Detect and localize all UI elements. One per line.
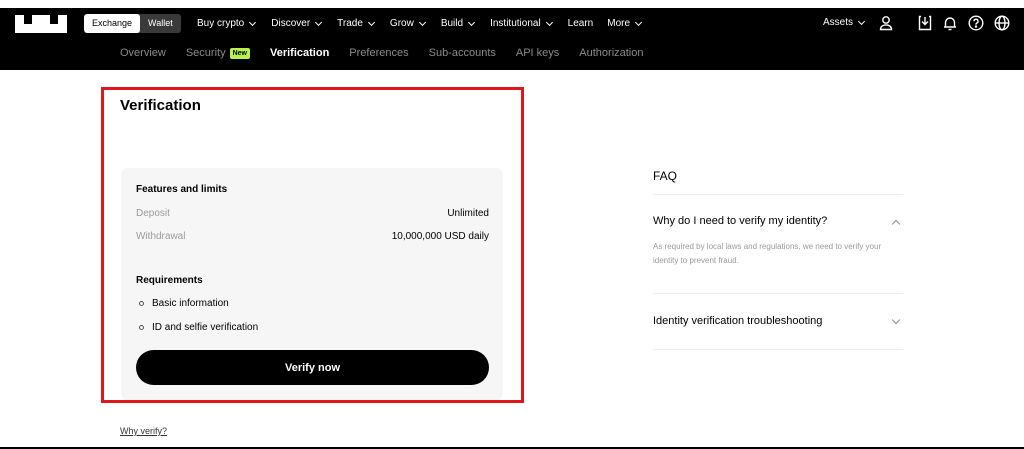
okx-logo[interactable] [15,15,67,33]
chevron-down-icon [857,17,866,25]
faq-question-troubleshooting[interactable]: Identity verification troubleshooting [653,315,822,327]
tab-security[interactable]: Security New [186,47,250,59]
assets-label: Assets [823,17,854,28]
user-icon[interactable] [877,14,895,32]
tab-api-keys[interactable]: API keys [516,47,559,59]
highlight-box [101,87,524,403]
nav-label: Grow [389,18,414,29]
chevron-down-icon [249,18,257,27]
main-nav: Buy crypto Discover Trade Grow Build Ins… [197,17,643,31]
account-subnav: Overview Security New Verification Prefer… [120,47,644,59]
tab-authorization[interactable]: Authorization [579,47,643,59]
nav-trade[interactable]: Trade [337,17,376,31]
top-navigation-bar: Exchange Wallet Buy crypto Discover Trad… [0,0,1024,70]
nav-label: Discover [271,18,311,29]
nav-discover[interactable]: Discover [271,17,323,31]
nav-grow[interactable]: Grow [390,17,427,31]
faq-divider [653,194,903,195]
nav-build[interactable]: Build [441,17,476,31]
nav-label: Learn [567,18,594,29]
chevron-down-icon[interactable] [891,315,901,325]
globe-icon[interactable] [993,14,1011,32]
why-verify-link[interactable]: Why verify? [120,426,167,436]
faq-title: FAQ [653,169,678,183]
faq-answer: As required by local laws and regulation… [653,242,882,265]
nav-label: Trade [337,18,363,29]
chevron-down-icon [367,18,375,27]
top-strip [0,0,1024,8]
help-icon[interactable] [967,14,985,32]
nav-label: Institutional [490,18,541,29]
new-badge: New [229,47,250,59]
nav-buy-crypto[interactable]: Buy crypto [197,17,257,31]
chevron-down-icon [468,18,476,27]
faq-question-why-verify[interactable]: Why do I need to verify my identity? [653,215,827,227]
tab-label: Preferences [349,47,409,59]
chevron-up-icon[interactable] [891,219,901,229]
tab-label: Verification [270,47,330,59]
tab-label: Security [185,47,226,59]
tab-label: Sub-accounts [428,47,496,59]
faq-divider [653,293,903,294]
exchange-wallet-toggle: Exchange Wallet [84,14,181,33]
wallet-toggle[interactable]: Wallet [140,14,181,33]
exchange-toggle[interactable]: Exchange [84,14,141,33]
chevron-down-icon [315,18,323,27]
nav-label: More [607,18,631,29]
nav-label: Build [440,18,464,29]
chevron-down-icon [635,18,643,27]
download-icon[interactable] [916,14,934,32]
tab-preferences[interactable]: Preferences [349,47,408,59]
tab-verification[interactable]: Verification [270,47,329,59]
assets-menu[interactable]: Assets [823,17,866,28]
nav-learn[interactable]: Learn [568,17,594,31]
tab-overview[interactable]: Overview [120,47,166,59]
nav-label: Buy crypto [197,18,245,29]
tab-sub-accounts[interactable]: Sub-accounts [429,47,496,59]
faq-divider [653,349,903,350]
chevron-down-icon [545,18,553,27]
tab-label: Overview [120,47,166,59]
nav-more[interactable]: More [607,17,643,31]
nav-institutional[interactable]: Institutional [490,17,554,31]
bell-icon[interactable] [941,14,959,32]
chevron-down-icon [418,18,426,27]
tab-label: Authorization [579,47,644,59]
tab-label: API keys [515,47,560,59]
